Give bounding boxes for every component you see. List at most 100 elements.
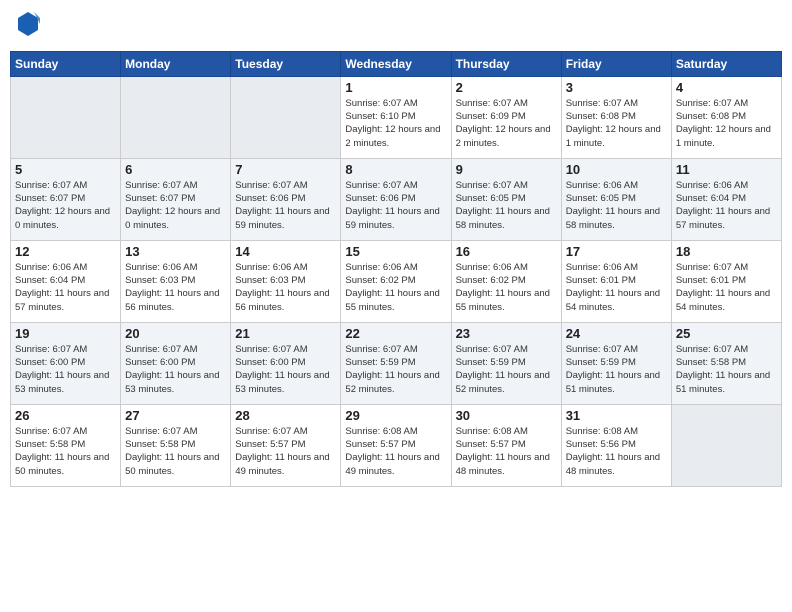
calendar-cell: 14Sunrise: 6:06 AM Sunset: 6:03 PM Dayli… bbox=[231, 240, 341, 322]
calendar-cell: 15 Sunrise: 6:06 AM Sunset: 6:02 PM Dayli… bbox=[341, 240, 451, 322]
page-header bbox=[10, 10, 782, 43]
calendar-table: SundayMondayTuesdayWednesdayThursdayFrid… bbox=[10, 51, 782, 487]
day-number: 6 bbox=[125, 162, 226, 177]
day-info: Sunrise: 6:07 AM Sunset: 6:08 PM Dayligh… bbox=[676, 97, 777, 150]
day-info: Sunrise: 6:07 AM Sunset: 6:01 PM Dayligh… bbox=[676, 261, 777, 314]
day-info: Sunrise: 6:08 AM Sunset: 5:57 PM Dayligh… bbox=[345, 425, 446, 478]
day-number: 14 bbox=[235, 244, 336, 259]
day-number: 28 bbox=[235, 408, 336, 423]
logo-icon bbox=[16, 10, 40, 38]
day-number: 20 bbox=[125, 326, 226, 341]
day-number: 8 bbox=[345, 162, 446, 177]
day-info: Sunrise: 6:07 AM Sunset: 6:07 PM Dayligh… bbox=[15, 179, 116, 232]
day-number: 5 bbox=[15, 162, 116, 177]
day-number: 2 bbox=[456, 80, 557, 95]
day-number: 18 bbox=[676, 244, 777, 259]
calendar-cell: 6 Sunrise: 6:07 AM Sunset: 6:07 PM Daylig… bbox=[121, 158, 231, 240]
day-info: Sunrise: 6:07 AM Sunset: 6:09 PM Dayligh… bbox=[456, 97, 557, 150]
day-info: Sunrise: 6:07 AM Sunset: 6:08 PM Dayligh… bbox=[566, 97, 667, 150]
day-info: Sunrise: 6:07 AM Sunset: 6:05 PM Dayligh… bbox=[456, 179, 557, 232]
day-of-week-header: Monday bbox=[121, 51, 231, 76]
calendar-cell: 16 Sunrise: 6:06 AM Sunset: 6:02 PM Dayli… bbox=[451, 240, 561, 322]
calendar-cell: 17 Sunrise: 6:06 AM Sunset: 6:01 PM Dayli… bbox=[561, 240, 671, 322]
calendar-cell: 10Sunrise: 6:06 AM Sunset: 6:05 PM Dayli… bbox=[561, 158, 671, 240]
day-info: Sunrise: 6:07 AM Sunset: 5:59 PM Dayligh… bbox=[345, 343, 446, 396]
calendar-cell: 9 Sunrise: 6:07 AM Sunset: 6:05 PM Daylig… bbox=[451, 158, 561, 240]
day-of-week-header: Wednesday bbox=[341, 51, 451, 76]
day-number: 16 bbox=[456, 244, 557, 259]
day-number: 9 bbox=[456, 162, 557, 177]
day-info: Sunrise: 6:06 AM Sunset: 6:03 PM Dayligh… bbox=[125, 261, 226, 314]
day-number: 17 bbox=[566, 244, 667, 259]
calendar-cell bbox=[231, 76, 341, 158]
day-number: 27 bbox=[125, 408, 226, 423]
day-info: Sunrise: 6:08 AM Sunset: 5:56 PM Dayligh… bbox=[566, 425, 667, 478]
day-number: 21 bbox=[235, 326, 336, 341]
calendar-cell: 4 Sunrise: 6:07 AM Sunset: 6:08 PM Daylig… bbox=[671, 76, 781, 158]
day-of-week-header: Tuesday bbox=[231, 51, 341, 76]
calendar-header-row: SundayMondayTuesdayWednesdayThursdayFrid… bbox=[11, 51, 782, 76]
day-info: Sunrise: 6:07 AM Sunset: 5:59 PM Dayligh… bbox=[566, 343, 667, 396]
calendar-cell: 11 Sunrise: 6:06 AM Sunset: 6:04 PM Dayli… bbox=[671, 158, 781, 240]
day-info: Sunrise: 6:06 AM Sunset: 6:04 PM Dayligh… bbox=[676, 179, 777, 232]
day-info: Sunrise: 6:07 AM Sunset: 6:06 PM Dayligh… bbox=[345, 179, 446, 232]
day-info: Sunrise: 6:07 AM Sunset: 6:07 PM Dayligh… bbox=[125, 179, 226, 232]
calendar-cell: 18 Sunrise: 6:07 AM Sunset: 6:01 PM Dayli… bbox=[671, 240, 781, 322]
calendar-cell bbox=[121, 76, 231, 158]
day-number: 15 bbox=[345, 244, 446, 259]
day-of-week-header: Sunday bbox=[11, 51, 121, 76]
calendar-cell: 19 Sunrise: 6:07 AM Sunset: 6:00 PM Dayli… bbox=[11, 322, 121, 404]
calendar-week-row: 5 Sunrise: 6:07 AM Sunset: 6:07 PM Daylig… bbox=[11, 158, 782, 240]
calendar-cell: 5 Sunrise: 6:07 AM Sunset: 6:07 PM Daylig… bbox=[11, 158, 121, 240]
calendar-cell bbox=[671, 404, 781, 486]
day-number: 23 bbox=[456, 326, 557, 341]
day-number: 29 bbox=[345, 408, 446, 423]
calendar-cell: 21 Sunrise: 6:07 AM Sunset: 6:00 PM Dayli… bbox=[231, 322, 341, 404]
day-info: Sunrise: 6:06 AM Sunset: 6:02 PM Dayligh… bbox=[345, 261, 446, 314]
calendar-week-row: 12 Sunrise: 6:06 AM Sunset: 6:04 PM Dayli… bbox=[11, 240, 782, 322]
calendar-cell: 20 Sunrise: 6:07 AM Sunset: 6:00 PM Dayli… bbox=[121, 322, 231, 404]
calendar-week-row: 26 Sunrise: 6:07 AM Sunset: 5:58 PM Dayli… bbox=[11, 404, 782, 486]
calendar-cell: 8 Sunrise: 6:07 AM Sunset: 6:06 PM Daylig… bbox=[341, 158, 451, 240]
calendar-cell: 2 Sunrise: 6:07 AM Sunset: 6:09 PM Daylig… bbox=[451, 76, 561, 158]
day-info: Sunrise: 6:07 AM Sunset: 5:58 PM Dayligh… bbox=[125, 425, 226, 478]
calendar-week-row: 19 Sunrise: 6:07 AM Sunset: 6:00 PM Dayli… bbox=[11, 322, 782, 404]
day-info: Sunrise: 6:07 AM Sunset: 6:00 PM Dayligh… bbox=[15, 343, 116, 396]
calendar-cell: 1 Sunrise: 6:07 AM Sunset: 6:10 PM Daylig… bbox=[341, 76, 451, 158]
calendar-cell: 30 Sunrise: 6:08 AM Sunset: 5:57 PM Dayli… bbox=[451, 404, 561, 486]
day-number: 19 bbox=[15, 326, 116, 341]
day-info: Sunrise: 6:07 AM Sunset: 6:10 PM Dayligh… bbox=[345, 97, 446, 150]
day-info: Sunrise: 6:07 AM Sunset: 5:58 PM Dayligh… bbox=[15, 425, 116, 478]
day-info: Sunrise: 6:06 AM Sunset: 6:02 PM Dayligh… bbox=[456, 261, 557, 314]
logo bbox=[14, 10, 40, 43]
day-number: 30 bbox=[456, 408, 557, 423]
day-number: 25 bbox=[676, 326, 777, 341]
day-info: Sunrise: 6:07 AM Sunset: 6:06 PM Dayligh… bbox=[235, 179, 336, 232]
day-number: 31 bbox=[566, 408, 667, 423]
calendar-cell bbox=[11, 76, 121, 158]
calendar-cell: 28 Sunrise: 6:07 AM Sunset: 5:57 PM Dayli… bbox=[231, 404, 341, 486]
day-info: Sunrise: 6:07 AM Sunset: 6:00 PM Dayligh… bbox=[235, 343, 336, 396]
day-number: 24 bbox=[566, 326, 667, 341]
calendar-week-row: 1 Sunrise: 6:07 AM Sunset: 6:10 PM Daylig… bbox=[11, 76, 782, 158]
day-of-week-header: Friday bbox=[561, 51, 671, 76]
calendar-cell: 23Sunrise: 6:07 AM Sunset: 5:59 PM Dayli… bbox=[451, 322, 561, 404]
day-number: 12 bbox=[15, 244, 116, 259]
day-number: 1 bbox=[345, 80, 446, 95]
day-info: Sunrise: 6:08 AM Sunset: 5:57 PM Dayligh… bbox=[456, 425, 557, 478]
calendar-cell: 26 Sunrise: 6:07 AM Sunset: 5:58 PM Dayli… bbox=[11, 404, 121, 486]
day-number: 3 bbox=[566, 80, 667, 95]
calendar-cell: 12 Sunrise: 6:06 AM Sunset: 6:04 PM Dayli… bbox=[11, 240, 121, 322]
day-info: Sunrise: 6:07 AM Sunset: 6:00 PM Dayligh… bbox=[125, 343, 226, 396]
calendar-cell: 27 Sunrise: 6:07 AM Sunset: 5:58 PM Dayli… bbox=[121, 404, 231, 486]
day-info: Sunrise: 6:06 AM Sunset: 6:05 PM Dayligh… bbox=[566, 179, 667, 232]
day-number: 26 bbox=[15, 408, 116, 423]
day-number: 11 bbox=[676, 162, 777, 177]
day-info: Sunrise: 6:06 AM Sunset: 6:01 PM Dayligh… bbox=[566, 261, 667, 314]
calendar-page: SundayMondayTuesdayWednesdayThursdayFrid… bbox=[0, 0, 792, 612]
day-info: Sunrise: 6:06 AM Sunset: 6:04 PM Dayligh… bbox=[15, 261, 116, 314]
day-info: Sunrise: 6:07 AM Sunset: 5:57 PM Dayligh… bbox=[235, 425, 336, 478]
calendar-cell: 24 Sunrise: 6:07 AM Sunset: 5:59 PM Dayli… bbox=[561, 322, 671, 404]
day-number: 4 bbox=[676, 80, 777, 95]
calendar-cell: 7Sunrise: 6:07 AM Sunset: 6:06 PM Daylig… bbox=[231, 158, 341, 240]
